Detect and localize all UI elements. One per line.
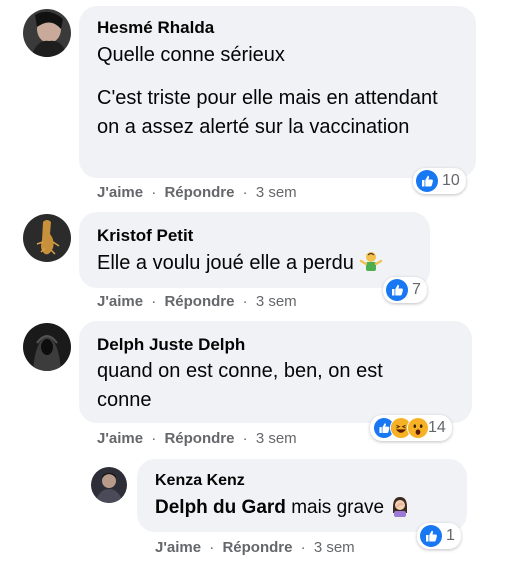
comment-text: Elle a voulu joué elle a perdu: [97, 249, 427, 282]
comment-text: quand on est conne, ben, on est conne: [97, 360, 383, 411]
woman-facepalming-emoji: [389, 495, 411, 526]
reaction-summary[interactable]: 7: [383, 277, 427, 303]
reply-author[interactable]: Kenza Kenz: [155, 472, 245, 490]
avatar-kristof-petit[interactable]: [23, 214, 71, 262]
separator: ·: [151, 184, 157, 201]
comment-actions: J'aime · Répondre · 3 sem: [97, 293, 297, 310]
comment-actions: J'aime · Répondre · 3 sem: [97, 430, 297, 447]
comment-kristof-petit: Kristof Petit Elle a voulu joué elle a p…: [0, 210, 507, 320]
avatar-hesme-rhalda[interactable]: [23, 9, 71, 57]
comment-author[interactable]: Kristof Petit: [97, 226, 193, 246]
comment-author[interactable]: Hesmé Rhalda: [97, 18, 214, 38]
reply-text: Delph du Gard mais grave: [155, 493, 460, 526]
timestamp[interactable]: 3 sem: [256, 430, 297, 447]
reply-link[interactable]: Répondre: [222, 539, 292, 556]
separator: ·: [151, 430, 157, 447]
like-link[interactable]: J'aime: [97, 430, 143, 447]
like-reaction-icon: [416, 170, 438, 192]
comment-author[interactable]: Delph Juste Delph: [97, 335, 245, 355]
comment-actions: J'aime · Répondre · 3 sem: [97, 184, 297, 201]
comment-hesme-rhalda: Hesmé Rhalda Quelle conne sérieux C'est …: [0, 0, 507, 210]
avatar-kenza-kenz[interactable]: [91, 467, 127, 503]
avatar-delph-juste-delph[interactable]: [23, 323, 71, 371]
reply-actions: J'aime · Répondre · 3 sem: [155, 539, 355, 556]
reaction-count: 1: [446, 527, 455, 544]
separator: ·: [151, 293, 157, 310]
like-link[interactable]: J'aime: [155, 539, 201, 556]
reaction-count: 10: [442, 172, 460, 189]
separator: ·: [242, 184, 248, 201]
reply-link[interactable]: Répondre: [164, 430, 234, 447]
like-link[interactable]: J'aime: [97, 184, 143, 201]
comment-paragraph: Quelle conne sérieux: [97, 44, 285, 66]
reaction-summary[interactable]: 14: [370, 415, 452, 441]
comment-paragraph: C'est triste pour elle mais en attendant…: [97, 87, 438, 138]
reaction-summary[interactable]: 10: [413, 168, 466, 194]
reply-kenza-kenz: Kenza Kenz Delph du Gard mais grave 1 J'…: [0, 455, 507, 569]
man-shrugging-emoji: [359, 249, 383, 282]
reaction-summary[interactable]: 1: [417, 523, 461, 549]
separator: ·: [209, 539, 215, 556]
separator: ·: [242, 293, 248, 310]
reaction-count: 7: [412, 281, 421, 298]
reaction-count: 14: [428, 419, 446, 436]
like-reaction-icon: [386, 279, 408, 301]
reply-link[interactable]: Répondre: [164, 293, 234, 310]
mention-link[interactable]: Delph du Gard: [155, 497, 286, 518]
like-link[interactable]: J'aime: [97, 293, 143, 310]
separator: ·: [242, 430, 248, 447]
comment-text: Quelle conne sérieux C'est triste pour e…: [97, 41, 462, 142]
comment-delph-juste-delph: Delph Juste Delph quand on est conne, be…: [0, 320, 507, 455]
separator: ·: [300, 539, 306, 556]
reply-link[interactable]: Répondre: [164, 184, 234, 201]
reply-message: mais grave: [291, 497, 385, 518]
comment-message: Elle a voulu joué elle a perdu: [97, 252, 354, 274]
timestamp[interactable]: 3 sem: [256, 293, 297, 310]
like-reaction-icon: [420, 525, 442, 547]
timestamp[interactable]: 3 sem: [256, 184, 297, 201]
wow-reaction-icon: [407, 417, 429, 439]
timestamp[interactable]: 3 sem: [314, 539, 355, 556]
